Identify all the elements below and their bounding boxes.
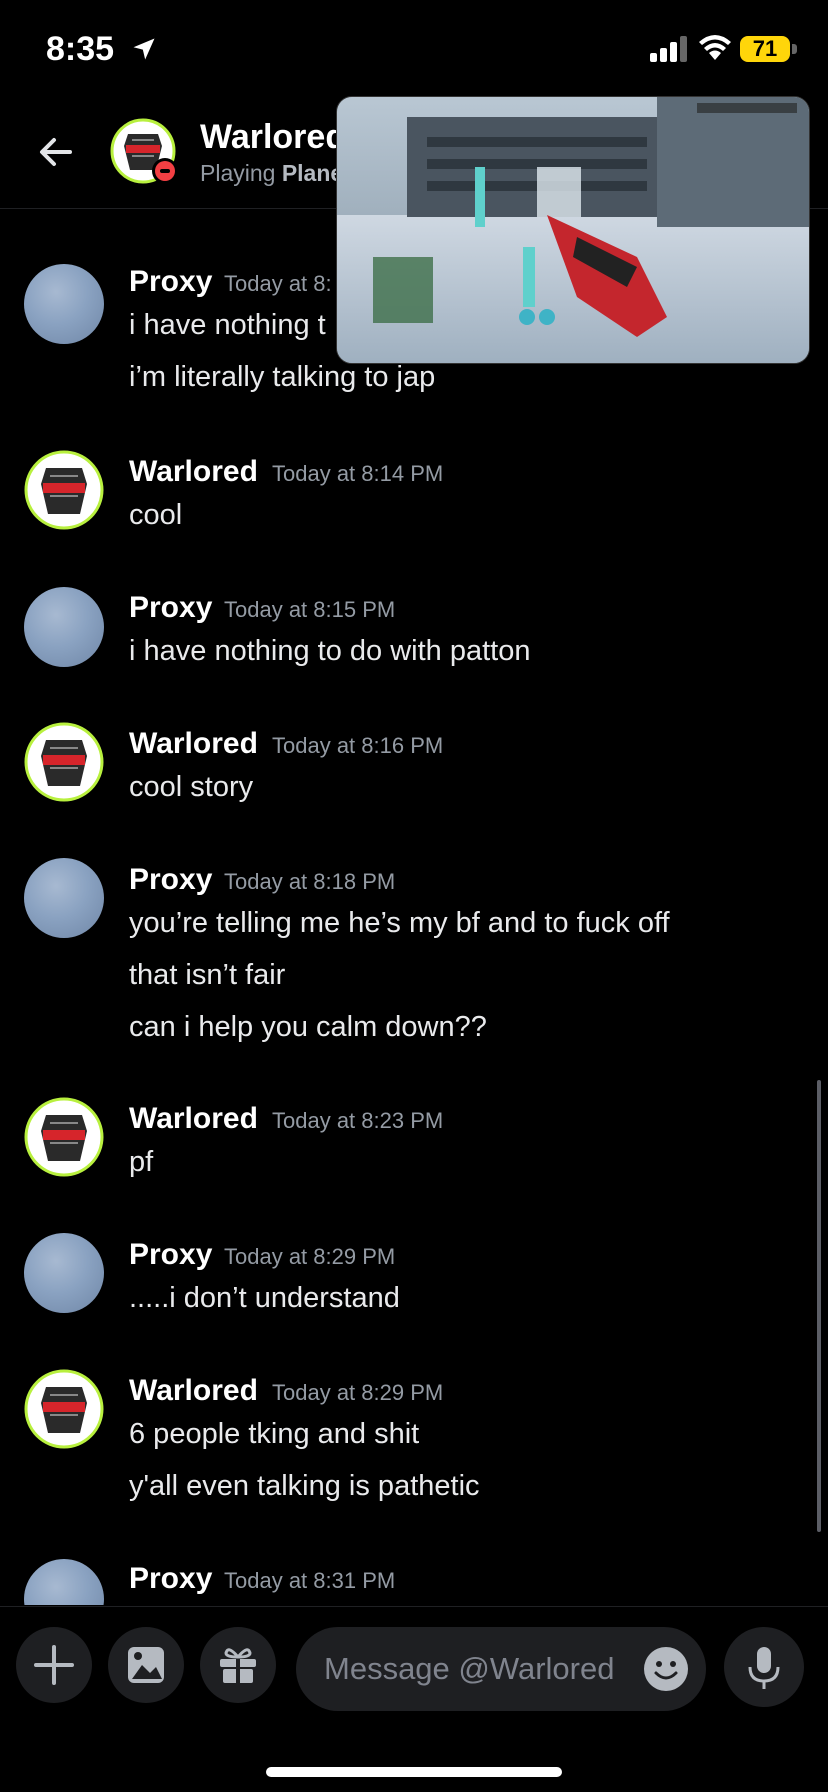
message-text: cool (129, 499, 183, 531)
message-timestamp: Today at 8:29 PM (224, 1244, 396, 1269)
composer-bar: Message @Warlored (0, 1606, 828, 1717)
message-text: y'all even talking is pathetic (129, 1470, 480, 1502)
message-timestamp: Today at 8:31 PM (224, 1568, 396, 1593)
message-timestamp: Today at 8:18 PM (224, 869, 396, 894)
avatar[interactable] (24, 1097, 104, 1177)
battery-cap (792, 44, 797, 54)
message-text: i’m literally talking to jap (129, 361, 436, 393)
message-input-placeholder: Message @Warlored (324, 1651, 615, 1686)
microphone-button[interactable] (724, 1627, 804, 1707)
image-icon (128, 1647, 164, 1683)
message-text: i have nothing t (129, 309, 326, 341)
message-text: 6 people tking and shit (129, 1418, 420, 1450)
status-bar: 8:35 71 (0, 0, 828, 100)
wifi-icon (699, 35, 731, 60)
avatar[interactable] (24, 1559, 104, 1605)
microphone-icon (748, 1647, 780, 1689)
gift-button[interactable] (200, 1627, 276, 1703)
arrow-left-icon[interactable] (34, 130, 78, 174)
message-text: cool story (129, 771, 254, 803)
message-author[interactable]: Proxy (129, 863, 212, 897)
message-author[interactable]: Proxy (129, 1562, 212, 1596)
message-timestamp: Today at 8:16 PM (272, 733, 444, 758)
message-text: that isn’t fair (129, 959, 286, 991)
message-input[interactable]: Message @Warlored (296, 1627, 706, 1711)
avatar[interactable] (24, 587, 104, 667)
avatar[interactable] (24, 858, 104, 938)
scrollbar[interactable] (817, 1080, 821, 1532)
do-not-disturb-icon (152, 158, 178, 184)
location-arrow-icon (133, 38, 155, 60)
message-text: you’re telling me he’s my bf and to fuck… (129, 907, 670, 939)
message-timestamp: Today at 8:23 PM (272, 1108, 444, 1133)
cellular-signal-icon (650, 36, 687, 62)
message-text: pf (129, 1146, 154, 1178)
message-timestamp: Today at 8:29 PM (272, 1380, 444, 1405)
activity-status: Playing Plane (200, 160, 343, 187)
plus-icon (34, 1645, 74, 1685)
message-author[interactable]: Warlored (129, 1102, 258, 1136)
add-button[interactable] (16, 1627, 92, 1703)
home-indicator[interactable] (266, 1767, 562, 1777)
message-timestamp: Today at 8:14 PM (272, 461, 444, 486)
message-text: i have nothing to do with patton (129, 635, 531, 667)
avatar[interactable] (24, 450, 104, 530)
message-text: can i help you calm down?? (129, 1011, 487, 1043)
gift-icon (220, 1648, 256, 1683)
message-author[interactable]: Warlored (129, 727, 258, 761)
status-time: 8:35 (46, 30, 115, 68)
activity-game: Plane (281, 160, 344, 186)
message-author[interactable]: Warlored (129, 455, 258, 489)
battery-level: 71 (740, 36, 790, 62)
message-text: .....i don’t understand (129, 1282, 400, 1314)
avatar[interactable] (24, 1369, 104, 1449)
avatar[interactable] (24, 264, 104, 344)
message-author[interactable]: Proxy (129, 265, 212, 299)
message-timestamp: Today at 8: (224, 271, 332, 296)
message-author[interactable]: Proxy (129, 591, 212, 625)
message-list[interactable]: Proxy Today at 8: i have nothing t i’m l… (0, 209, 828, 1605)
video-stream-pip[interactable] (336, 96, 810, 364)
avatar[interactable] (24, 722, 104, 802)
message-author[interactable]: Proxy (129, 1238, 212, 1272)
avatar[interactable] (24, 1233, 104, 1313)
emoji-icon[interactable] (644, 1647, 688, 1691)
image-button[interactable] (108, 1627, 184, 1703)
message-author[interactable]: Warlored (129, 1374, 258, 1408)
page-title[interactable]: Warlored (200, 118, 346, 157)
message-timestamp: Today at 8:15 PM (224, 597, 396, 622)
activity-prefix: Playing (200, 160, 276, 186)
